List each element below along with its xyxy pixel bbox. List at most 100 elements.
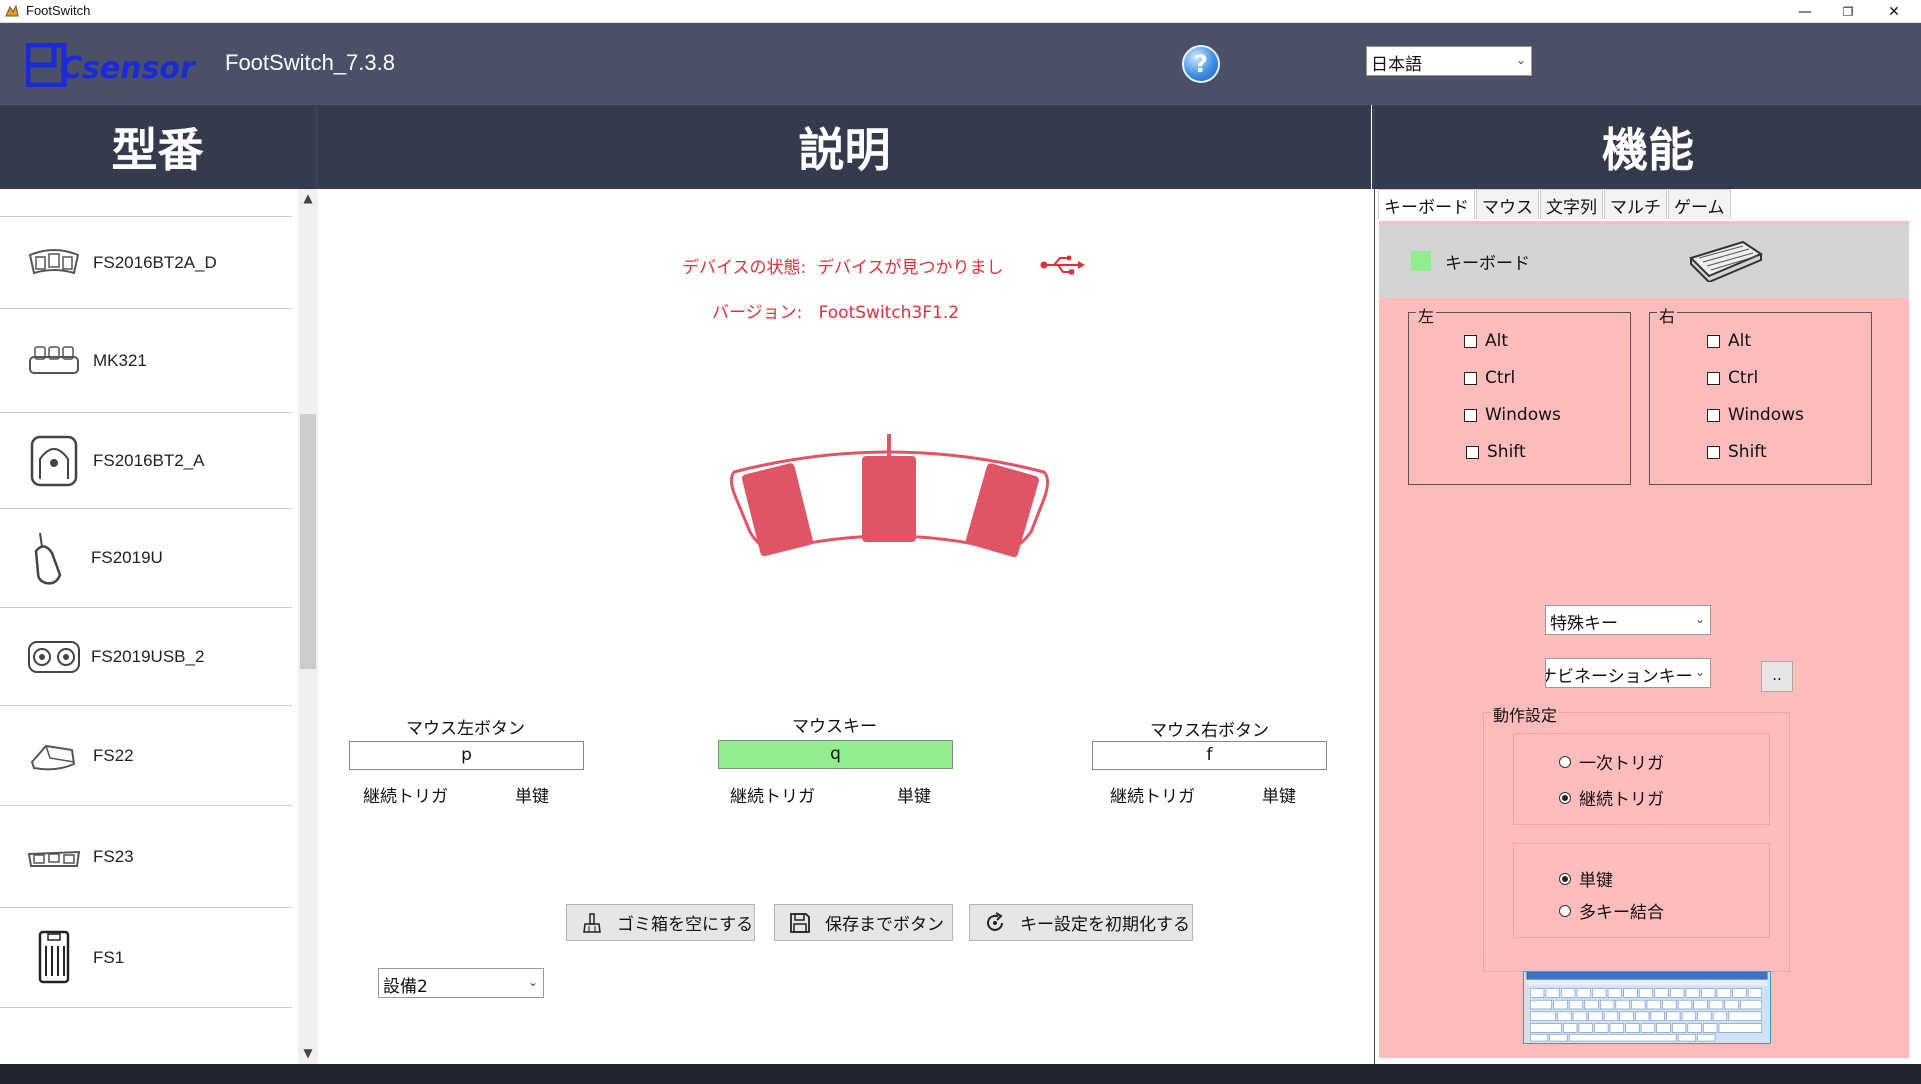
continuous-trigger-radio[interactable]: 継続トリガ bbox=[1559, 785, 1664, 810]
pedal-3-type: 単键 bbox=[1262, 787, 1296, 807]
model-list[interactable]: FS2016BT2A_D MK321 FS2016BT2_A FS2019U F… bbox=[0, 189, 318, 1064]
model-item-fs2019usb-2[interactable]: FS2019USB_2 bbox=[0, 608, 292, 706]
reset-keys-label: キー設定を初期化する bbox=[1020, 915, 1190, 935]
model-label: FS2016BT2A_D bbox=[93, 252, 217, 272]
single-pedal-icon bbox=[30, 435, 78, 487]
tab-multi[interactable]: マルチ bbox=[1604, 189, 1667, 219]
app-name: FootSwitch_7.3.8 bbox=[225, 50, 395, 75]
chevron-down-icon: ⌄ bbox=[1515, 53, 1526, 67]
restore-button[interactable]: ❐ bbox=[1825, 0, 1871, 23]
device-select[interactable]: 設備2 ⌄ bbox=[378, 968, 544, 998]
chevron-up-icon[interactable]: ▲ bbox=[298, 191, 318, 209]
help-icon[interactable]: ? bbox=[1182, 45, 1220, 83]
tab-game[interactable]: ゲーム bbox=[1668, 189, 1731, 219]
left-group-title: 左 bbox=[1416, 303, 1437, 327]
model-list-scrollbar[interactable]: ▲ ▼ bbox=[298, 189, 318, 1064]
model-label: FS2019U bbox=[91, 548, 163, 567]
active-indicator bbox=[1411, 251, 1431, 271]
checkbox-box bbox=[1464, 371, 1477, 385]
pedal-3-label: マウス右ボタン bbox=[1150, 721, 1269, 741]
left-ctrl-label: Ctrl bbox=[1485, 368, 1516, 388]
right-ctrl-label: Ctrl bbox=[1728, 368, 1759, 388]
device-status: デバイスの状態: デバイスが見つかりまし bbox=[682, 253, 1004, 278]
mini-keyboard-icon bbox=[29, 346, 79, 374]
right-windows-checkbox[interactable]: Windows bbox=[1707, 405, 1804, 425]
keyboard-icon bbox=[1689, 240, 1763, 282]
checkbox-box bbox=[1707, 334, 1720, 348]
model-item-fs2016bt2a-d[interactable]: FS2016BT2A_D bbox=[0, 217, 292, 309]
single-trigger-radio[interactable]: 一次トリガ bbox=[1559, 749, 1664, 774]
device-status-label: デバイスの状態: bbox=[682, 258, 807, 278]
keyboard-mode-header[interactable]: キーボード bbox=[1379, 224, 1909, 298]
left-windows-label: Windows bbox=[1485, 405, 1561, 425]
model-item-fs1[interactable]: FS1 bbox=[0, 908, 292, 1008]
checkbox-box bbox=[1464, 408, 1477, 422]
device-status-value: デバイスが見つかりまし bbox=[817, 258, 1004, 278]
pedal-1-mode: 継続トリガ bbox=[363, 787, 448, 807]
empty-trash-button[interactable]: ゴミ箱を空にする bbox=[566, 904, 755, 941]
trigger-mode-group: 一次トリガ 継続トリガ bbox=[1513, 733, 1770, 825]
checkbox-box bbox=[1464, 334, 1477, 348]
minimize-button[interactable]: — bbox=[1782, 0, 1828, 23]
onscreen-keyboard-thumbnail[interactable] bbox=[1523, 971, 1771, 1044]
app-icon bbox=[5, 4, 19, 17]
pedal-1-key-input[interactable]: p bbox=[349, 741, 584, 770]
checkbox-box bbox=[1707, 408, 1720, 422]
right-alt-checkbox[interactable]: Alt bbox=[1707, 331, 1751, 351]
model-item-fs2016bt2-a[interactable]: FS2016BT2_A bbox=[0, 413, 292, 509]
left-shift-label: Shift bbox=[1487, 442, 1526, 462]
radio-circle bbox=[1559, 755, 1571, 768]
chevron-down-icon[interactable]: ▼ bbox=[298, 1046, 318, 1064]
close-button[interactable]: ✕ bbox=[1871, 0, 1917, 23]
pedal-1-type: 単键 bbox=[515, 787, 549, 807]
save-button[interactable]: 保存までボタン bbox=[774, 904, 953, 941]
model-item-fs23[interactable]: FS23 bbox=[0, 806, 292, 908]
window-title: FootSwitch bbox=[26, 3, 91, 18]
language-select[interactable]: 日本語 ⌄ bbox=[1366, 46, 1532, 76]
scrollbar-thumb[interactable] bbox=[300, 414, 316, 669]
function-column-header: 機能 bbox=[1375, 105, 1921, 189]
save-label: 保存までボタン bbox=[825, 915, 944, 935]
special-key-value: 特殊キー bbox=[1550, 614, 1618, 634]
key-select-value: ナビネーションキー bbox=[1545, 667, 1693, 687]
device-select-value: 設備2 bbox=[383, 977, 428, 997]
bottom-status-bar bbox=[0, 1064, 1921, 1084]
model-item-fs2019u[interactable]: FS2019U bbox=[0, 509, 292, 608]
left-windows-checkbox[interactable]: Windows bbox=[1464, 405, 1561, 425]
tab-text[interactable]: 文字列 bbox=[1540, 189, 1603, 219]
left-ctrl-checkbox[interactable]: Ctrl bbox=[1464, 368, 1515, 388]
left-alt-checkbox[interactable]: Alt bbox=[1464, 331, 1508, 351]
save-icon bbox=[790, 912, 810, 933]
pedal-3-key-input[interactable]: f bbox=[1092, 741, 1327, 770]
right-modifier-group: 右 Alt Ctrl Windows Shift bbox=[1649, 303, 1872, 485]
operation-settings-group: 動作設定 一次トリガ 継続トリガ 単键 多キー結合 bbox=[1483, 702, 1790, 972]
special-key-select[interactable]: 特殊キー ⌄ bbox=[1545, 605, 1711, 635]
model-label: FS2016BT2_A bbox=[93, 450, 205, 470]
tab-keyboard[interactable]: キーボード bbox=[1378, 189, 1475, 219]
left-modifier-group: 左 Alt Ctrl Windows Shift bbox=[1408, 303, 1631, 485]
reset-icon bbox=[987, 911, 1003, 931]
more-button[interactable]: .. bbox=[1761, 661, 1793, 692]
left-shift-checkbox[interactable]: Shift bbox=[1466, 442, 1526, 462]
right-ctrl-checkbox[interactable]: Ctrl bbox=[1707, 368, 1758, 388]
version-value: FootSwitch3F1.2 bbox=[818, 303, 960, 323]
chevron-down-icon: ⌄ bbox=[1694, 665, 1705, 679]
right-shift-checkbox[interactable]: Shift bbox=[1707, 442, 1767, 462]
list-item bbox=[0, 189, 292, 217]
flat-pedal-icon bbox=[30, 744, 76, 771]
tab-mouse[interactable]: マウス bbox=[1476, 189, 1539, 219]
broom-icon bbox=[583, 912, 601, 933]
reset-keys-button[interactable]: キー設定を初期化する bbox=[969, 904, 1193, 941]
model-item-fs22[interactable]: FS22 bbox=[0, 706, 292, 806]
multi-key-label: 多キー結合 bbox=[1579, 903, 1664, 923]
single-key-radio[interactable]: 単键 bbox=[1559, 866, 1613, 891]
footswitch-pedal-illustration bbox=[729, 434, 1049, 558]
model-item-mk321[interactable]: MK321 bbox=[0, 309, 292, 413]
right-shift-label: Shift bbox=[1728, 442, 1767, 462]
pedal-2-key-input[interactable]: q bbox=[718, 740, 953, 769]
multi-key-radio[interactable]: 多キー結合 bbox=[1559, 898, 1664, 923]
key-select[interactable]: ナビネーションキー ⌄ bbox=[1545, 658, 1711, 688]
triple-pedal-icon bbox=[28, 249, 80, 275]
operation-group-title: 動作設定 bbox=[1491, 702, 1560, 726]
model-label: FS22 bbox=[93, 745, 134, 765]
